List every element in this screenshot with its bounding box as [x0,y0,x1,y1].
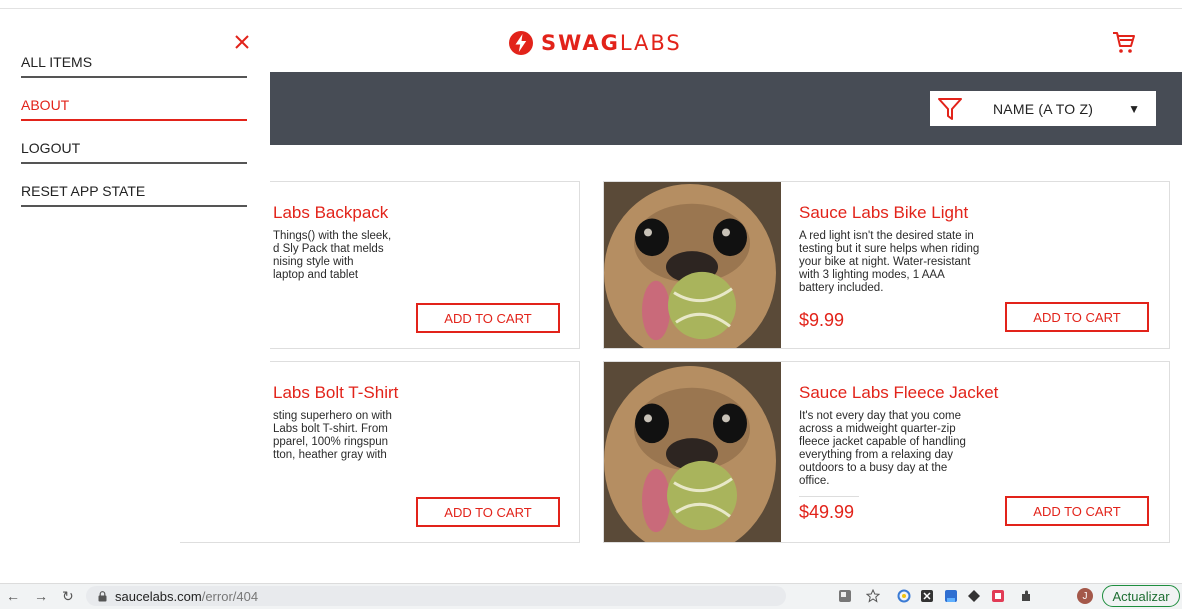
menu-item-reset-app-state[interactable]: RESET APP STATE [21,183,247,207]
menu-item-underline [21,76,247,78]
product-price: $49.99 [799,502,855,522]
profile-avatar[interactable]: J [1077,588,1093,604]
product-title[interactable]: Labs Backpack [273,203,388,223]
back-arrow-icon[interactable]: ← [6,588,20,604]
extension-icon[interactable] [967,589,981,603]
menu-item-logout[interactable]: LOGOUT [21,140,247,164]
side-menu: ALL ITEMS ABOUT LOGOUT RESET APP STATE [0,9,270,542]
product-title[interactable]: Sauce Labs Fleece Jacket [799,383,998,403]
extension-icon[interactable] [991,589,1005,603]
product-card-fleece-jacket: Sauce Labs Fleece Jacket It's not every … [603,361,1170,543]
product-description: It's not every day that you come across … [799,410,966,487]
logo-bolt-icon [509,31,533,55]
logo-text-light: LABS [619,31,682,55]
url-path: /error/404 [201,588,259,604]
puzzle-icon[interactable] [1019,589,1033,603]
filter-icon [938,97,962,120]
extension-icon[interactable] [897,589,911,603]
add-to-cart-button[interactable]: ADD TO CART [1005,302,1149,332]
product-image[interactable] [604,362,781,542]
product-image[interactable] [604,182,781,348]
sort-dropdown[interactable]: NAME (A TO Z) ▼ [930,91,1156,126]
cart-icon[interactable] [1112,30,1136,56]
logo-text-bold: SWAG [541,31,620,55]
menu-item-underline [21,205,247,207]
product-description: Things() with the sleek, d Sly Pack that… [273,230,392,281]
product-price: $9.99 [799,310,845,330]
browser-address-bar: ← → ↻ saucelabs.com/error/404 J Actualiz… [0,583,1182,609]
menu-item-underline [21,162,247,164]
menu-item-label: ALL ITEMS [21,54,93,70]
update-button[interactable]: Actualizar [1102,585,1180,607]
product-title[interactable]: Labs Bolt T-Shirt [273,383,398,403]
menu-item-label: RESET APP STATE [21,183,146,199]
forward-arrow-icon[interactable]: → [34,588,48,604]
extension-icon[interactable] [944,589,958,603]
product-description: A red light isn't the desired state in t… [799,230,980,294]
menu-item-label: LOGOUT [21,140,81,156]
menu-item-label: ABOUT [21,97,70,113]
add-to-cart-button[interactable]: ADD TO CART [1005,496,1149,526]
swag-labs-logo: SWAGLABS [508,28,682,58]
url-field[interactable]: saucelabs.com/error/404 [86,586,786,606]
product-card-bike-light: Sauce Labs Bike Light A red light isn't … [603,181,1170,349]
add-to-cart-button[interactable]: ADD TO CART [416,497,560,527]
translate-icon[interactable] [838,589,852,603]
lock-icon [98,590,107,601]
app-viewport: SWAGLABS NAME (A TO Z) ▼ Labs Backpack T… [0,0,1182,609]
price-divider [799,496,859,497]
product-title[interactable]: Sauce Labs Bike Light [799,203,968,223]
sort-selected-value: NAME (A TO Z) [993,100,1094,117]
star-icon[interactable] [866,589,880,603]
add-to-cart-button[interactable]: ADD TO CART [416,303,560,333]
product-description: sting superhero on with Labs bolt T-shir… [273,410,392,461]
dropdown-arrow-icon: ▼ [1128,101,1140,116]
menu-item-about[interactable]: ABOUT [21,97,247,121]
reload-icon[interactable]: ↻ [62,588,74,605]
url-host: saucelabs.com [115,588,202,604]
menu-item-underline [21,119,247,121]
extension-icon[interactable] [920,589,934,603]
menu-item-all-items[interactable]: ALL ITEMS [21,54,247,78]
close-icon[interactable] [234,34,250,50]
